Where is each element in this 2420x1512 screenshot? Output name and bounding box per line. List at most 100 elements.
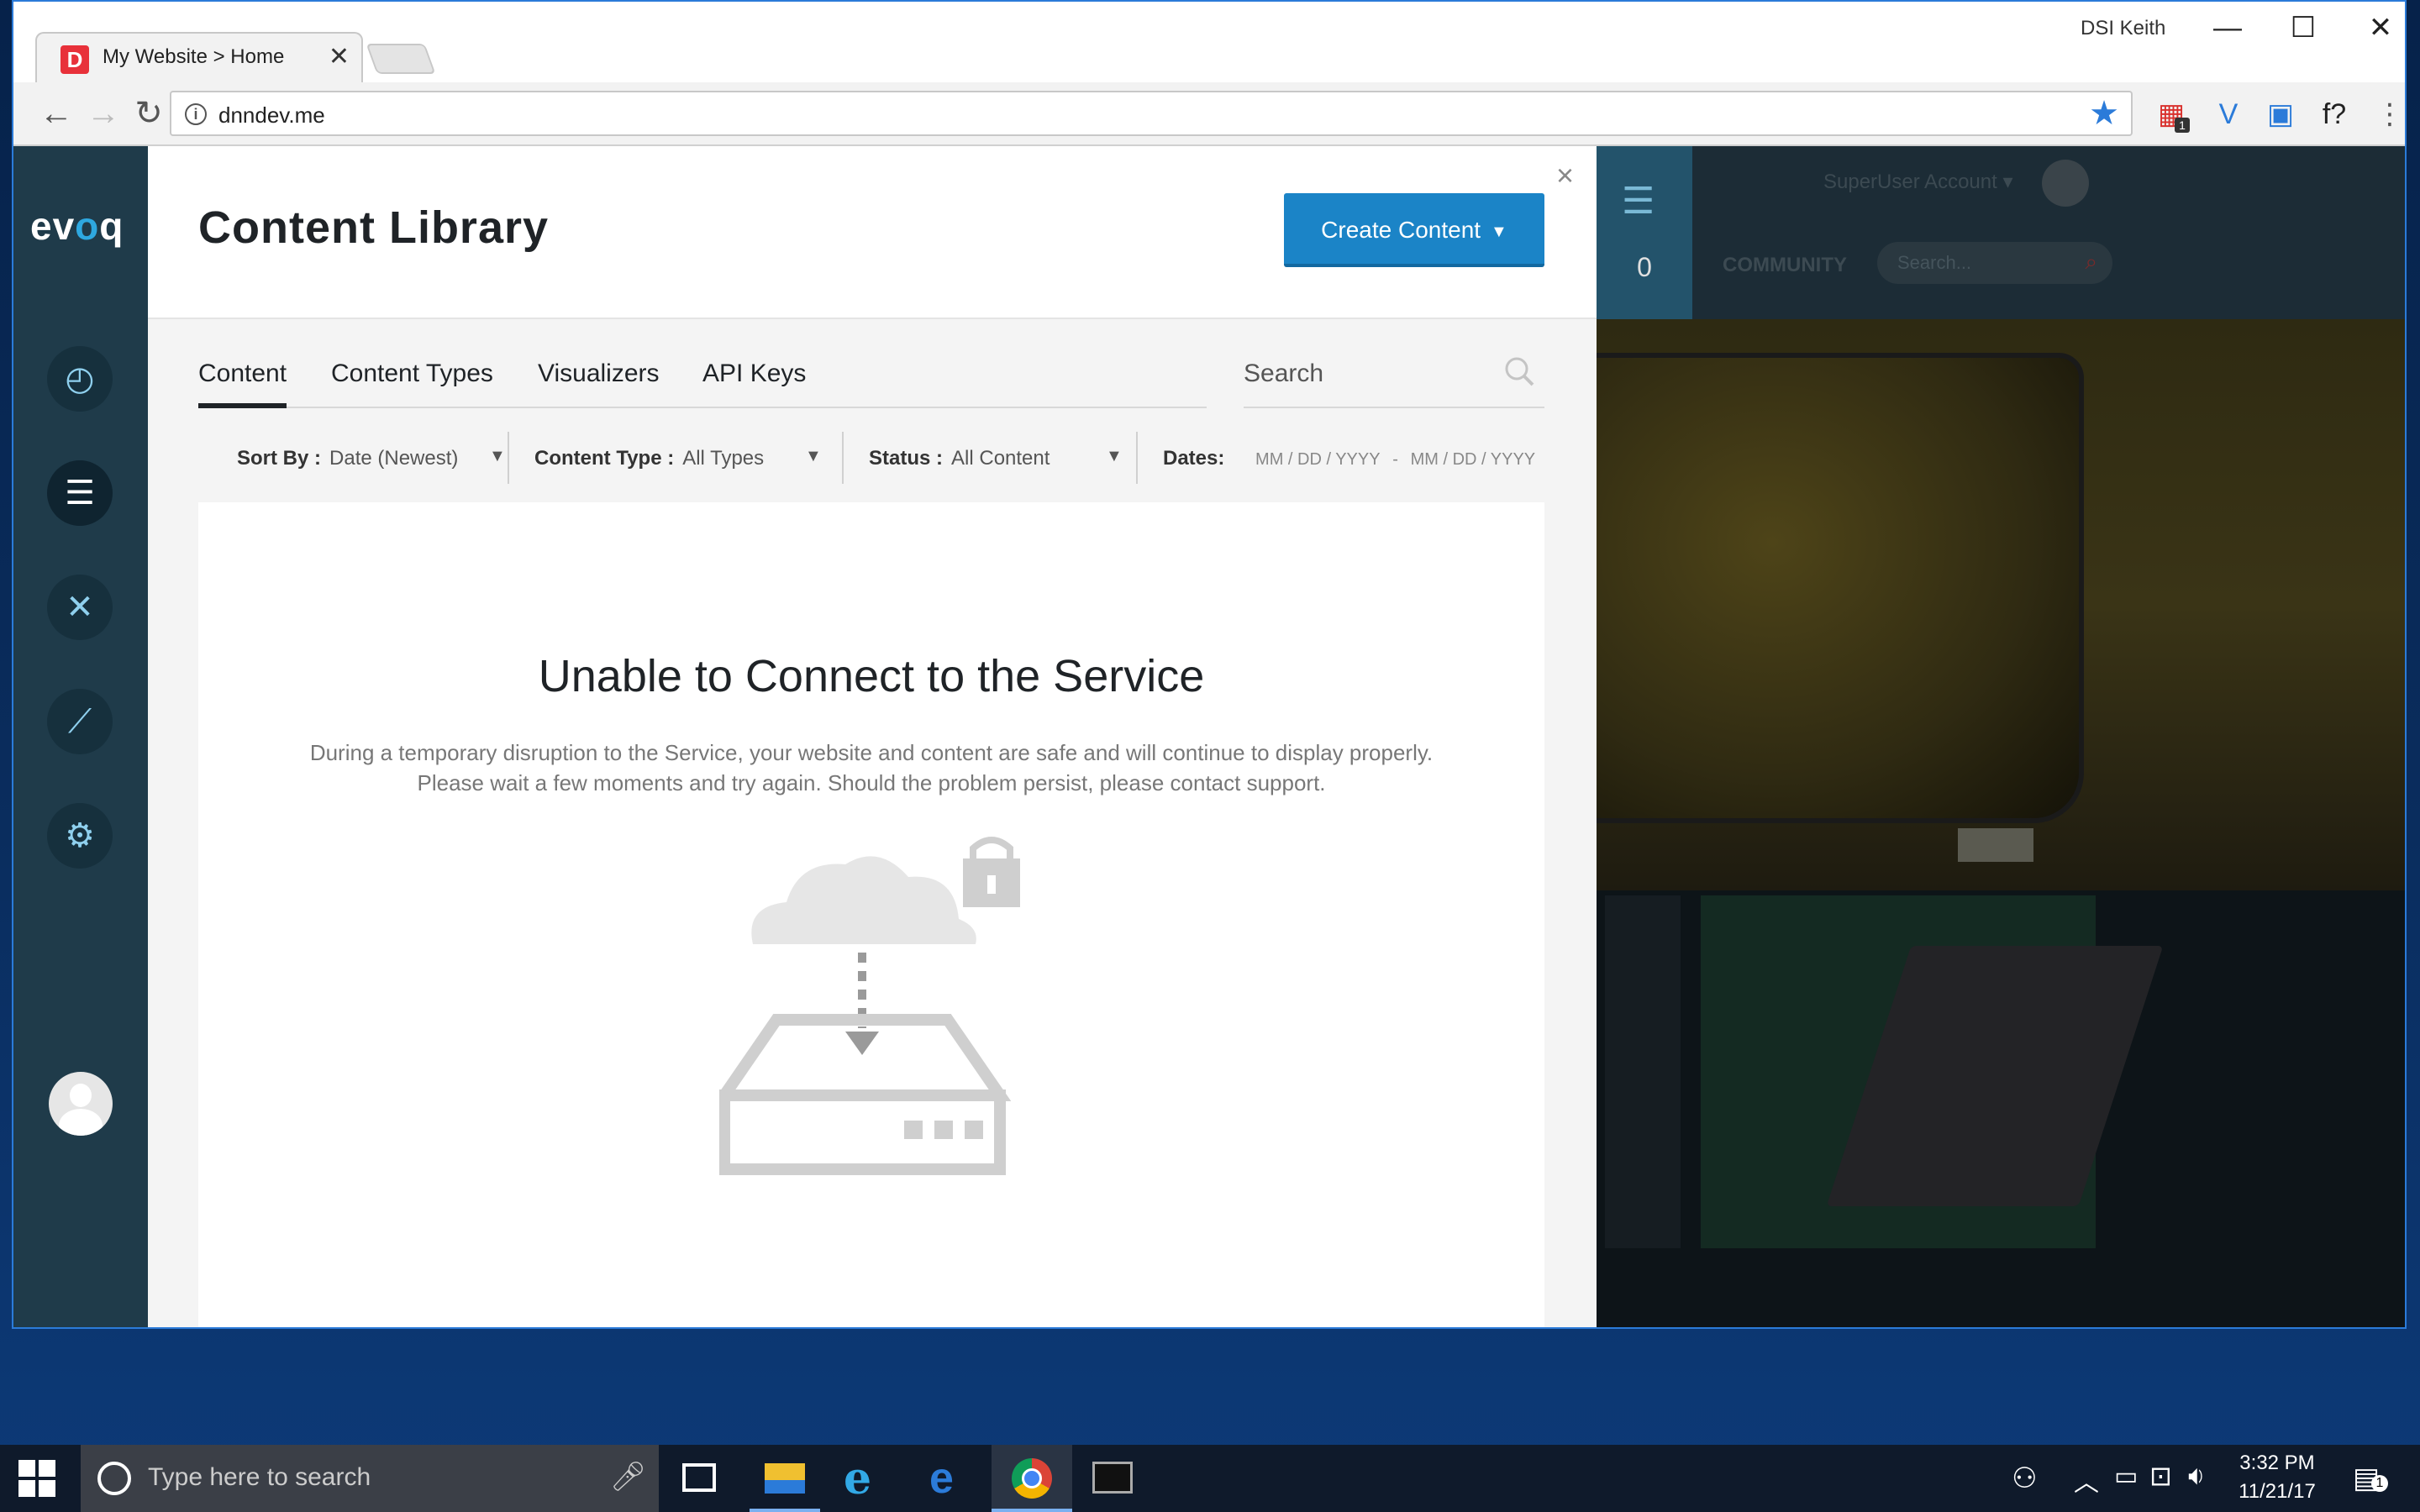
notification-count: 0: [1637, 252, 1652, 282]
task-view-icon[interactable]: [682, 1463, 716, 1492]
site-account-menu[interactable]: SuperUser Account ▾: [1823, 170, 2013, 194]
evoq-logo[interactable]: evoq: [30, 203, 124, 249]
microphone-icon[interactable]: 🎤︎: [610, 1460, 646, 1494]
product-cards: [1597, 890, 2405, 1327]
battery-icon[interactable]: ▭: [2114, 1462, 2138, 1491]
extension-badge: 1: [2175, 118, 2190, 133]
tools-icon[interactable]: ✕: [47, 575, 113, 640]
site-search-input[interactable]: Search... ⌕: [1877, 242, 2112, 284]
date-from-input[interactable]: MM / DD / YYYY: [1255, 450, 1381, 469]
volume-icon[interactable]: 🔉︎: [2188, 1460, 2205, 1492]
file-explorer-active-indicator: [750, 1509, 820, 1512]
browser-window: D My Website > Home ✕ DSI Keith — ☐ ✕ ← …: [12, 0, 2407, 1329]
sort-by-filter[interactable]: Sort By : Date (Newest) ▼: [237, 447, 506, 506]
internet-explorer-icon[interactable]: e: [844, 1453, 871, 1504]
vimeo-extension-icon[interactable]: V: [2210, 96, 2247, 133]
site-community-link[interactable]: COMMUNITY: [1723, 254, 1847, 277]
reload-icon[interactable]: ↻: [128, 92, 170, 134]
chevron-down-icon: ▼: [1106, 447, 1123, 465]
analytics-icon[interactable]: ⟋: [47, 689, 113, 754]
status-label: Status :: [869, 447, 944, 470]
content-type-value: All Types: [682, 447, 765, 470]
dashboard-icon[interactable]: ◴: [47, 346, 113, 412]
page-viewport: evoq ◴ ☰ ✕ ⟋ ⚙ ☰ 0 SuperUser Account ▾ COMMU…: [13, 146, 2405, 1327]
screenshot-extension-icon[interactable]: ▣: [2262, 96, 2299, 133]
tab-content[interactable]: Content: [198, 360, 287, 408]
create-content-label: Create Content: [1321, 217, 1481, 243]
bookmark-star-icon[interactable]: ★: [2089, 94, 2119, 133]
avatar-head: [70, 1084, 92, 1107]
address-bar[interactable]: i dnndev.me ★: [170, 91, 2133, 136]
laptop-image: [1826, 946, 2164, 1206]
forward-arrow-icon[interactable]: →: [82, 92, 124, 134]
file-explorer-icon[interactable]: [761, 1457, 808, 1500]
search-icon[interactable]: ⌕: [2085, 249, 2097, 276]
clock[interactable]: 3:32 PM 11/21/17: [2227, 1452, 2328, 1504]
site-search-placeholder: Search...: [1897, 252, 1972, 273]
logo-part: o: [75, 204, 100, 248]
clock-time: 3:32 PM: [2239, 1452, 2315, 1474]
windows-taskbar: Type here to search 🎤︎ e e ⚇ ︿ ▭ ⊡ 🔉︎ 3:…: [0, 1445, 2420, 1512]
divider: [1136, 432, 1138, 484]
font-extension-icon[interactable]: f?: [2316, 96, 2353, 133]
product-card: [1701, 895, 2164, 1248]
filters-bar: Sort By : Date (Newest) ▼ Content Type : A…: [198, 432, 1544, 491]
taskbar-search-box[interactable]: Type here to search 🎤︎: [81, 1445, 659, 1512]
close-icon[interactable]: ×: [1556, 158, 1574, 193]
people-icon[interactable]: ⚇: [2012, 1462, 2037, 1495]
service-disconnected-illustration-icon: [719, 837, 1020, 1175]
tab-api-keys[interactable]: API Keys: [702, 360, 806, 408]
user-avatar[interactable]: [49, 1072, 113, 1136]
dates-label: Dates:: [1163, 447, 1225, 470]
error-message: During a temporary disruption to the Ser…: [309, 740, 1434, 795]
browser-toolbar: ← → ↻ i dnndev.me ★ ▦ 1 V ▣ f? ⋮: [13, 82, 2405, 146]
tab-close-icon[interactable]: ✕: [329, 42, 350, 71]
dnn-favicon-icon: D: [60, 45, 89, 74]
page-title: Content Library: [198, 202, 550, 253]
status-value: All Content: [951, 447, 1050, 470]
new-tab-button[interactable]: [366, 44, 436, 74]
tab-visualizers[interactable]: Visualizers: [538, 360, 660, 408]
chrome-icon[interactable]: [992, 1445, 1072, 1512]
maximize-button[interactable]: ☐: [2274, 7, 2333, 49]
tv-stand: [1958, 828, 2033, 862]
windows-start-icon[interactable]: [18, 1460, 55, 1497]
action-center-icon[interactable]: ▤ 1: [2353, 1462, 2388, 1495]
create-content-button[interactable]: Create Content ▼: [1284, 193, 1544, 267]
tab-content-types[interactable]: Content Types: [331, 360, 493, 408]
sort-by-label: Sort By :: [237, 447, 322, 470]
terminal-icon[interactable]: [1092, 1462, 1133, 1494]
url-text[interactable]: dnndev.me: [218, 102, 325, 129]
settings-icon[interactable]: ⚙: [47, 803, 113, 869]
close-window-button[interactable]: ✕: [2351, 7, 2405, 49]
logo-part: ev: [30, 204, 76, 248]
search-icon[interactable]: [1502, 354, 1536, 388]
chevron-up-icon[interactable]: ︿: [2074, 1462, 2099, 1499]
minimize-button[interactable]: —: [2198, 7, 2257, 49]
taskbar-search-placeholder: Type here to search: [148, 1463, 371, 1491]
back-arrow-icon[interactable]: ←: [35, 92, 77, 134]
date-separator: -: [1392, 450, 1398, 469]
browser-profile-name[interactable]: DSI Keith: [2081, 17, 2165, 40]
calendar-extension-icon[interactable]: ▦ 1: [2153, 96, 2190, 133]
notification-panel[interactable]: ☰ 0: [1597, 146, 1692, 319]
content-icon[interactable]: ☰: [47, 460, 113, 526]
modal-header: Content Library Create Content ▼ ×: [148, 146, 1597, 319]
content-type-filter[interactable]: Content Type : All Types ▼: [534, 447, 822, 506]
edge-icon[interactable]: e: [929, 1453, 954, 1504]
error-title: Unable to Connect to the Service: [538, 651, 1205, 701]
menu-icon[interactable]: ⋮: [2371, 96, 2405, 133]
status-filter[interactable]: Status : All Content ▼: [869, 447, 1123, 506]
logo-part: q: [99, 204, 124, 248]
dates-filter: Dates: MM / DD / YYYY - MM / DD / YYYY: [1163, 447, 1535, 506]
tab-title: My Website > Home: [103, 45, 285, 68]
content-type-label: Content Type :: [534, 447, 675, 470]
divider: [508, 432, 509, 484]
site-info-icon[interactable]: i: [185, 103, 207, 125]
network-icon[interactable]: ⊡: [2149, 1460, 2172, 1492]
site-avatar[interactable]: [2042, 160, 2089, 207]
browser-tab[interactable]: D My Website > Home ✕: [35, 32, 363, 82]
library-search-input[interactable]: Search: [1244, 349, 1544, 408]
date-to-input[interactable]: MM / DD / YYYY: [1411, 450, 1536, 469]
divider: [842, 432, 844, 484]
